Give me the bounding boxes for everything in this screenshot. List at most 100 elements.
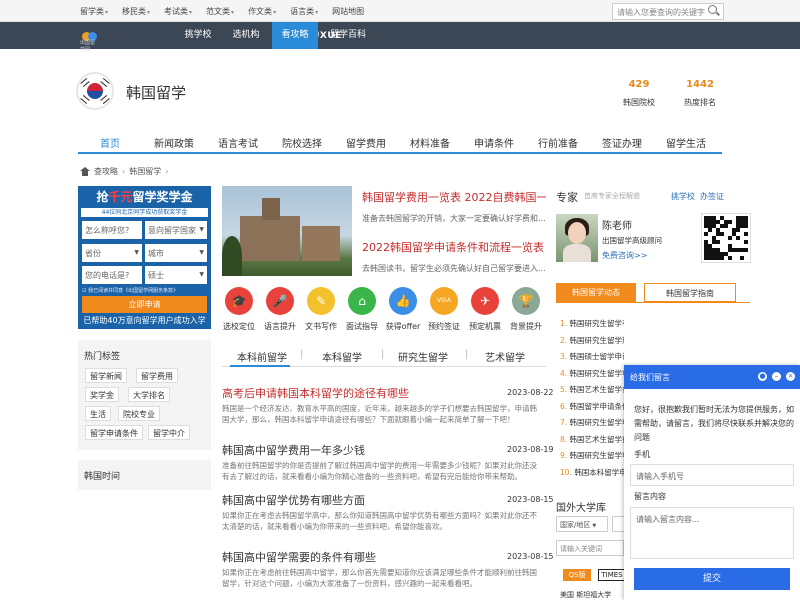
tab-requirements[interactable]: 申请条件 [474, 135, 514, 150]
list-item[interactable]: 1. 韩国研究生留学有哪些优势专业推荐？ [560, 318, 624, 329]
list-item[interactable]: 4. 韩国研究生留学申请条件 [560, 368, 624, 379]
content-textarea[interactable]: 请输入留言内容... [630, 507, 794, 559]
trophy-icon[interactable]: 🏆 [512, 287, 540, 315]
topnav-item[interactable]: 语言类▾ [290, 6, 318, 17]
tag[interactable]: 留学申请条件 [85, 425, 143, 440]
tab-home[interactable]: 首页 [100, 135, 120, 150]
uni-row[interactable]: 美国 斯坦福大学 [560, 590, 624, 600]
phone-input[interactable]: 请输入手机号 [630, 464, 794, 486]
nav-choose-agency[interactable]: 选机构 [224, 22, 268, 49]
province-select[interactable]: 省份 ▼ [82, 244, 142, 262]
topnav-item[interactable]: 留学类▾ [80, 6, 108, 17]
topnav-sitemap[interactable]: 网站地图 [332, 6, 364, 17]
tag[interactable]: 留学新闻 [85, 368, 127, 383]
featured-title[interactable]: 2022韩国留学申请条件和流程一览表 [362, 239, 546, 255]
tab-undergrad[interactable]: 本科留学 [322, 349, 362, 364]
apply-button[interactable]: 立即申请 [82, 296, 207, 313]
article-title[interactable]: 韩国高中留学优势有哪些方面 [222, 492, 365, 508]
tab-student-life[interactable]: 留学生活 [666, 135, 706, 150]
nav-pick-school[interactable]: 挑学校 [176, 22, 220, 49]
breadcrumb-item[interactable]: 韩国留学 [129, 166, 161, 177]
tab-korea-guide[interactable]: 韩国留学指南 [644, 283, 736, 302]
city-select[interactable]: 城市 ▼ [145, 244, 207, 262]
search-icon[interactable] [708, 5, 717, 14]
tag[interactable]: 大学排名 [128, 387, 170, 402]
expert-link-school[interactable]: 挑学校 [671, 191, 695, 202]
close-icon[interactable]: × [786, 372, 795, 381]
agree-checkbox[interactable]: ☑ 我已阅读并同意《出国留学网服务条款》 [82, 287, 178, 294]
service-label[interactable]: 背景提升 [504, 321, 548, 332]
airplane-icon[interactable]: ✈ [471, 287, 499, 315]
article-title[interactable]: 韩国高中留学费用一年多少钱 [222, 442, 365, 458]
tab-fees[interactable]: 留学费用 [346, 135, 386, 150]
article-title[interactable]: 韩国高中留学需要的条件有哪些 [222, 549, 376, 565]
free-consult-link[interactable]: 免费咨询>> [602, 250, 647, 261]
tab-art[interactable]: 艺术留学 [485, 349, 525, 364]
microphone-icon[interactable]: 🎤 [266, 287, 294, 315]
tab-materials[interactable]: 材料准备 [410, 135, 450, 150]
minimize-icon[interactable]: – [772, 372, 781, 381]
tab-korea-news[interactable]: 韩国留学动态 [556, 283, 636, 302]
list-item[interactable]: 6. 韩国留学申请条件 [560, 401, 624, 412]
thumbs-up-icon[interactable]: 👍 [389, 287, 417, 315]
tag[interactable]: 院校专业 [118, 406, 160, 421]
breadcrumb-item[interactable]: 查攻略 [94, 166, 118, 177]
avatar[interactable] [556, 214, 598, 262]
phone-field[interactable]: 您的电话是? [82, 266, 142, 284]
tab-news-policy[interactable]: 新闻政策 [154, 135, 194, 150]
message-notice: 您好，很抱歉我们暂时无法为您提供服务，如需帮助，请留言，我们将尽快联系并解决您的… [634, 405, 794, 442]
list-item[interactable]: 9. 韩国研究生留学申请材料 [560, 450, 624, 461]
tab-graduate[interactable]: 研究生留学 [398, 349, 448, 364]
home-icon[interactable] [80, 167, 90, 176]
record-icon[interactable]: ● [758, 372, 767, 381]
topnav-item[interactable]: 作文类▾ [248, 6, 276, 17]
tag[interactable]: 生活 [85, 406, 111, 421]
pencil-icon[interactable]: ✎ [307, 287, 335, 315]
topnav-item[interactable]: 范文类▾ [206, 6, 234, 17]
service-label[interactable]: 获得offer [381, 321, 425, 332]
tab-pre-undergrad[interactable]: 本科前留学 [237, 349, 287, 364]
article-desc: 如果你正在考虑前往韩国高中留学，那么你首先需要知道你应该满足哪些条件才能顺利前往… [222, 568, 537, 588]
breadcrumb: 查攻略 › 韩国留学 › [80, 166, 172, 177]
country-select[interactable]: 意向留学国家 ▼ [145, 221, 207, 239]
list-item[interactable]: 3. 韩国硕士留学申请费用汇总 [560, 351, 624, 362]
list-item[interactable]: 8. 韩国艺术生留学费用 [560, 434, 624, 445]
service-label[interactable]: 预约签证 [422, 321, 466, 332]
degree-select[interactable]: 硕士 ▼ [145, 266, 207, 284]
tab-language-exam[interactable]: 语言考试 [218, 135, 258, 150]
top-search-input[interactable]: 请输入您要查询的关键字 [612, 3, 724, 20]
nav-encyclopedia[interactable]: 留学百科 [322, 22, 374, 49]
tab-school-choice[interactable]: 院校选择 [282, 135, 322, 150]
site-logo[interactable]: LIUXUE 出国留学网 [80, 26, 341, 53]
visa-icon[interactable]: VISA [430, 287, 458, 315]
tab-qs-ranking[interactable]: QS版 [563, 569, 591, 581]
list-item[interactable]: 2. 韩国研究生留学热门专业推荐有哪些 [560, 335, 624, 346]
tab-times-ranking[interactable]: TIMES [598, 569, 626, 581]
uni-search-input[interactable]: 请输入关键词 [556, 540, 624, 556]
list-item[interactable]: 10. 韩国本科留学申请条件 [560, 467, 624, 478]
expert-link-visa[interactable]: 办签证 [700, 191, 724, 202]
tag[interactable]: 留学中介 [148, 425, 190, 440]
service-label[interactable]: 选校定位 [217, 321, 261, 332]
tab-visa[interactable]: 签证办理 [602, 135, 642, 150]
tab-pre-departure[interactable]: 行前准备 [538, 135, 578, 150]
topnav-item[interactable]: 移民类▾ [122, 6, 150, 17]
service-label[interactable]: 语言提升 [258, 321, 302, 332]
submit-button[interactable]: 提交 [634, 568, 790, 590]
service-label[interactable]: 文书写作 [299, 321, 343, 332]
name-field[interactable]: 怎么称呼您? [82, 221, 142, 239]
service-label[interactable]: 预定机票 [463, 321, 507, 332]
topnav-item[interactable]: 考试类▾ [164, 6, 192, 17]
house-icon[interactable]: ⌂ [348, 287, 376, 315]
nav-guides[interactable]: 看攻略 [272, 22, 318, 49]
region-select[interactable]: 国家/地区 ▼ [556, 516, 608, 532]
article-title[interactable]: 高考后申请韩国本科留学的途径有哪些 [222, 385, 409, 401]
list-item[interactable]: 7. 韩国研究生留学申请流程 [560, 417, 624, 428]
list-item[interactable]: 5. 韩国艺术生留学条件 [560, 384, 624, 395]
tag[interactable]: 奖学金 [85, 387, 119, 402]
service-label[interactable]: 面试指导 [340, 321, 384, 332]
hero-image[interactable] [222, 186, 352, 276]
featured-title[interactable]: 韩国留学费用一览表 2022自费韩国一 [362, 189, 546, 205]
graduation-cap-icon[interactable]: 🎓 [225, 287, 253, 315]
tag[interactable]: 留学费用 [136, 368, 178, 383]
